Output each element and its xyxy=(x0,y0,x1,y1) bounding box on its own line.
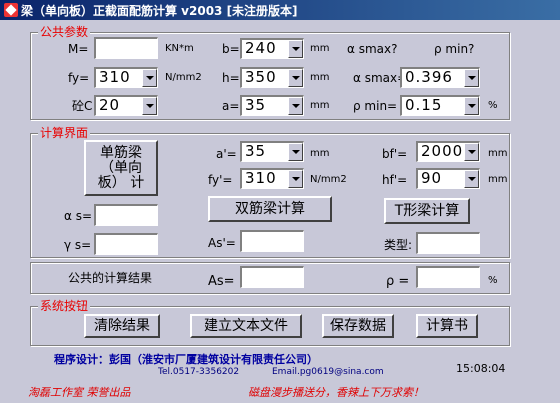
a-unit: mm xyxy=(310,100,330,111)
alpha-s-input[interactable] xyxy=(94,204,158,226)
fy-prime-unit: N/mm2 xyxy=(310,174,347,185)
asmax-combo-value: 0.396 xyxy=(405,68,453,86)
a-combo-value: 35 xyxy=(245,96,267,114)
as-prime-label: As'= xyxy=(208,236,236,250)
result-label: 公共的计算结果 xyxy=(68,271,153,285)
right-slogan: 磁盘漫步播送分，香辣上下万求索！ xyxy=(248,386,424,399)
type-input[interactable] xyxy=(416,232,480,254)
left-slogan: 淘磊工作室 荣誉出品 xyxy=(28,386,131,399)
rho-result-label: ρ = xyxy=(386,274,410,289)
fy-unit: N/mm2 xyxy=(165,72,202,83)
h-unit: mm xyxy=(310,72,330,83)
chevron-down-icon[interactable] xyxy=(288,40,303,58)
a-prime-combo-value: 35 xyxy=(245,142,267,160)
bf-prime-unit: mm xyxy=(488,148,508,159)
fy-prime-combo[interactable]: 310 xyxy=(240,168,304,189)
rhomin-unit: % xyxy=(488,100,498,111)
asmax-combo[interactable]: 0.396 xyxy=(400,67,480,88)
t-beam-button-label: T形梁计算 xyxy=(394,203,460,219)
title-bar: 梁（单向板）正截面配筋计算 v2003 [未注册版本] xyxy=(0,0,560,20)
fy-combo-value: 310 xyxy=(99,68,131,86)
fy-label: fy= xyxy=(68,71,90,85)
concrete-combo-value: 20 xyxy=(99,96,121,114)
fy-prime-combo-value: 310 xyxy=(245,169,277,187)
h-combo-value: 350 xyxy=(245,68,277,86)
hf-prime-combo-value: 90 xyxy=(421,169,443,187)
asmax-query-label[interactable]: α smax? xyxy=(347,41,398,57)
chevron-down-icon[interactable] xyxy=(464,170,479,188)
a-combo[interactable]: 35 xyxy=(240,95,304,116)
hf-prime-label: hf'= xyxy=(382,173,408,187)
gamma-s-input[interactable] xyxy=(94,233,158,255)
designer-credit: 程序设计：彭国（淮安市厂厦建筑设计有限责任公司） xyxy=(54,353,318,366)
as-prime-input[interactable] xyxy=(240,230,304,252)
b-unit: mm xyxy=(310,43,330,54)
chevron-down-icon[interactable] xyxy=(142,97,157,115)
chevron-down-icon[interactable] xyxy=(288,143,303,161)
window-title: 梁（单向板）正截面配筋计算 v2003 [未注册版本] xyxy=(21,3,298,18)
a-prime-label: a'= xyxy=(216,147,237,161)
type-label: 类型: xyxy=(384,238,413,252)
c-label: 砼C xyxy=(72,99,93,113)
b-combo-value: 240 xyxy=(245,39,277,57)
public-params-legend: 公共参数 xyxy=(38,25,91,39)
fy-combo[interactable]: 310 xyxy=(94,67,158,88)
as-result-label: As= xyxy=(208,274,235,289)
t-beam-button[interactable]: T形梁计算 xyxy=(384,198,470,224)
h-combo[interactable]: 350 xyxy=(240,67,304,88)
single-beam-button-label: 单筋梁 （单向 板） 计 xyxy=(97,144,145,191)
alpha-s-label: α s= xyxy=(64,209,93,223)
calc-report-button[interactable]: 计算书 xyxy=(416,314,478,338)
rhomin-combo[interactable]: 0.15 xyxy=(400,95,480,116)
double-beam-button[interactable]: 双筋梁计算 xyxy=(208,196,332,222)
clock-time: 15:08:04 xyxy=(456,362,506,375)
concrete-combo[interactable]: 20 xyxy=(94,95,158,116)
create-text-file-button[interactable]: 建立文本文件 xyxy=(190,314,302,338)
chevron-down-icon[interactable] xyxy=(288,97,303,115)
clear-results-label: 清除结果 xyxy=(94,318,150,334)
tel-text: Tel.0517-3356202 xyxy=(158,367,240,377)
bf-prime-combo-value: 2000 xyxy=(421,142,464,160)
fy-prime-label: fy'= xyxy=(208,173,233,187)
b-label: b= xyxy=(222,42,240,56)
bf-prime-label: bf'= xyxy=(382,147,408,161)
rho-result-input[interactable] xyxy=(416,266,480,288)
create-text-file-label: 建立文本文件 xyxy=(204,318,288,334)
rhomin-label: ρ min= xyxy=(353,99,398,113)
app-icon xyxy=(4,3,18,17)
save-data-label: 保存数据 xyxy=(330,318,386,334)
email-text: Email.pg0619@sina.com xyxy=(272,367,384,377)
chevron-down-icon[interactable] xyxy=(464,143,479,161)
calc-legend: 计算界面 xyxy=(38,126,91,140)
chevron-down-icon[interactable] xyxy=(142,69,157,87)
hf-prime-combo[interactable]: 90 xyxy=(416,168,480,189)
chevron-down-icon[interactable] xyxy=(464,69,479,87)
calc-report-label: 计算书 xyxy=(426,318,468,334)
hf-prime-unit: mm xyxy=(488,174,508,185)
chevron-down-icon[interactable] xyxy=(288,69,303,87)
bf-prime-combo[interactable]: 2000 xyxy=(416,141,480,162)
rhomin-combo-value: 0.15 xyxy=(405,96,443,114)
a-prime-combo[interactable]: 35 xyxy=(240,141,304,162)
clear-results-button[interactable]: 清除结果 xyxy=(84,314,160,338)
h-label: h= xyxy=(222,71,240,85)
single-beam-button[interactable]: 单筋梁 （单向 板） 计 xyxy=(84,140,158,196)
chevron-down-icon[interactable] xyxy=(288,170,303,188)
double-beam-button-label: 双筋梁计算 xyxy=(235,201,305,217)
m-unit: KN*m xyxy=(165,43,194,54)
a-prime-unit: mm xyxy=(310,148,330,159)
chevron-down-icon[interactable] xyxy=(464,97,479,115)
b-combo[interactable]: 240 xyxy=(240,38,304,59)
as-result-input[interactable] xyxy=(240,266,304,288)
m-label: M= xyxy=(68,42,89,56)
a-label: a= xyxy=(222,99,240,113)
gamma-s-label: γ s= xyxy=(64,238,92,252)
rhomin-query-label[interactable]: ρ min? xyxy=(434,41,474,57)
rho-result-unit: % xyxy=(488,275,498,286)
save-data-button[interactable]: 保存数据 xyxy=(322,314,394,338)
system-legend: 系统按钮 xyxy=(38,299,91,313)
m-input[interactable] xyxy=(94,37,158,59)
